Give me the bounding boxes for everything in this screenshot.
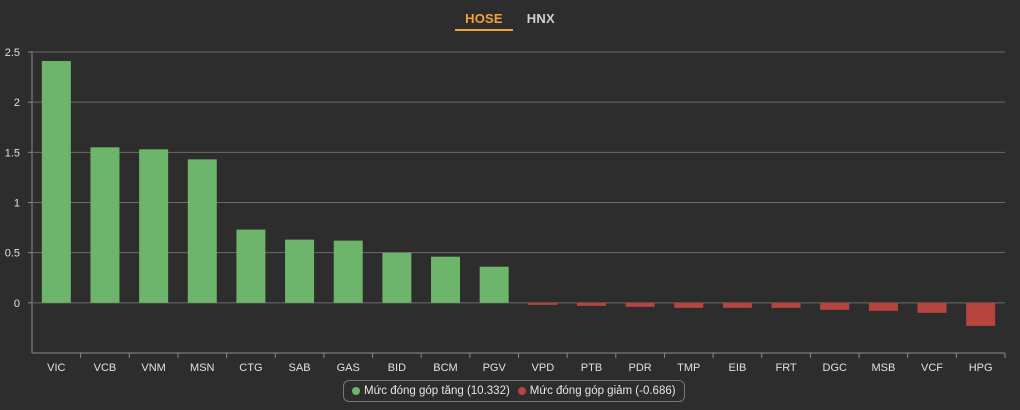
bar-vnm — [139, 149, 169, 303]
x-tick-label: MSB — [871, 362, 895, 374]
bar-pdr — [625, 302, 655, 307]
legend-item-negative[interactable]: Mức đóng góp giảm (-0.686) — [517, 385, 676, 397]
x-tick-label: VCF — [921, 362, 943, 374]
x-tick-label: VIC — [47, 362, 65, 374]
y-tick-label: 1.5 — [5, 147, 20, 159]
x-tick-label: BCM — [433, 362, 457, 374]
legend-positive-dot-icon — [352, 387, 360, 395]
x-tick-label: PGV — [483, 362, 507, 374]
bar-vic — [41, 61, 71, 303]
legend-positive-label: Mức đóng góp tăng (10.332) — [364, 385, 510, 397]
bar-vcf — [917, 302, 947, 313]
legend-negative-label: Mức đóng góp giảm (-0.686) — [529, 385, 676, 397]
x-tick-label: VPD — [532, 362, 555, 374]
bar-vcb — [90, 147, 120, 303]
legend-negative-dot-icon — [517, 387, 526, 395]
x-tick-label: TMP — [677, 362, 700, 374]
bar-pgv — [479, 266, 509, 303]
bar-ptb — [576, 302, 606, 306]
x-tick-label: PDR — [629, 362, 652, 374]
bar-tmp — [674, 302, 704, 308]
x-tick-label: SAB — [289, 362, 311, 374]
x-tick-label: MSN — [190, 362, 215, 374]
bar-frt — [771, 302, 801, 308]
x-tick-label: GAS — [337, 362, 360, 374]
contribution-bar-chart: 2.5 2 1.5 1 0.5 0 VIC VCB VNM MSN CTG SAB GAS BID BCM P… — [5, 47, 1006, 374]
y-tick-label: 0.5 — [5, 248, 20, 260]
x-tick-label: VCB — [94, 362, 117, 374]
y-tick-label: 0 — [14, 298, 20, 310]
y-tick-label: 2 — [14, 97, 20, 109]
x-tick-label: DGC — [823, 362, 848, 374]
legend-item-positive[interactable]: Mức đóng góp tăng (10.332) — [352, 385, 510, 397]
bar-eib — [722, 302, 752, 308]
bar-ctg — [236, 229, 266, 303]
bar-msn — [187, 159, 217, 303]
y-tick-label: 1 — [14, 198, 20, 210]
x-tick-label: CTG — [239, 362, 262, 374]
bar-bcm — [431, 256, 461, 303]
bar-gas — [333, 240, 363, 303]
x-tick-label: HPG — [969, 362, 993, 374]
x-tick-label: VNM — [141, 362, 165, 374]
bar-hpg — [966, 302, 996, 326]
bar-sab — [285, 239, 315, 303]
bar-bid — [382, 252, 412, 303]
bar-dgc — [820, 302, 850, 310]
x-tick-label: PTB — [581, 362, 602, 374]
x-tick-label: BID — [388, 362, 406, 374]
x-tick-label: FRT — [775, 362, 796, 374]
bar-msb — [868, 302, 898, 311]
x-tick-label: EIB — [729, 362, 747, 374]
market-contribution-widget: HOSE HNX 2.5 2 1.5 1 0.5 0 VIC VCB VNM MSN CTG SAB G… — [0, 0, 1020, 410]
chart-legend: Mức đóng góp tăng (10.332) Mức đóng góp … — [343, 380, 685, 402]
bar-vpd — [528, 302, 558, 305]
y-tick-label: 2.5 — [5, 47, 20, 59]
